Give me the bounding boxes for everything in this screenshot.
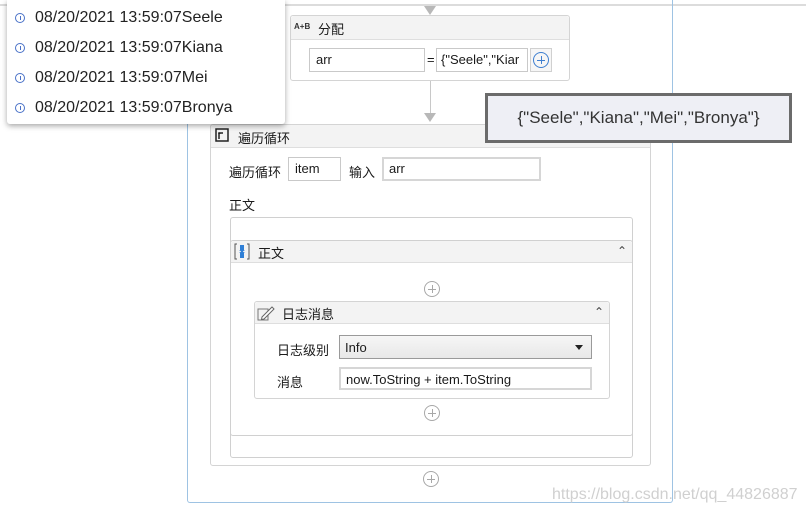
log-entry-text: 08/20/2021 13:59:07Seele (35, 9, 223, 26)
output-log-panel: 08/20/2021 13:59:07Seele 08/20/2021 13:5… (7, 0, 285, 124)
info-icon (15, 43, 25, 53)
log-message-header: 日志消息 ⌃ (255, 302, 609, 324)
log-entry-text: 08/20/2021 13:59:07Mei (35, 69, 208, 86)
assign-icon: A+B (294, 22, 311, 31)
add-activity-icon[interactable] (423, 471, 439, 487)
log-message-activity[interactable]: 日志消息 ⌃ 日志级别 Info 消息 now.ToString + item.… (254, 301, 610, 399)
sequence-icon (234, 243, 250, 260)
info-icon (15, 73, 25, 83)
log-level-value: Info (345, 340, 367, 355)
log-entry[interactable]: 08/20/2021 13:59:07Kiana (15, 36, 223, 60)
log-entry[interactable]: 08/20/2021 13:59:07Seele (15, 6, 223, 30)
message-input[interactable]: now.ToString + item.ToString (339, 367, 592, 390)
log-message-icon (257, 306, 275, 321)
foreach-item-input[interactable]: item (288, 157, 341, 181)
foreach-body-label: 正文 (229, 198, 256, 213)
log-message-title: 日志消息 (282, 307, 335, 322)
connector-arrow (424, 6, 436, 15)
assign-title: 分配 (318, 22, 345, 37)
log-entry[interactable]: 08/20/2021 13:59:07Bronya (15, 96, 233, 120)
body-sequence-title: 正文 (258, 246, 285, 261)
add-activity-icon[interactable] (424, 281, 440, 297)
log-entry-text: 08/20/2021 13:59:07Bronya (35, 99, 233, 116)
log-level-label: 日志级别 (277, 343, 330, 358)
body-sequence-header: 正文 ⌃ (231, 241, 632, 263)
message-label: 消息 (277, 375, 304, 390)
connector-arrow (424, 113, 436, 122)
chevron-down-icon (575, 345, 583, 350)
log-level-select[interactable]: Info (339, 335, 592, 359)
collapse-icon[interactable]: ⌃ (617, 244, 627, 258)
log-entry[interactable]: 08/20/2021 13:59:07Mei (15, 66, 208, 90)
add-icon (533, 52, 549, 68)
connector-line (430, 81, 431, 113)
foreach-icon (215, 128, 229, 142)
log-entry-text: 08/20/2021 13:59:07Kiana (35, 39, 223, 56)
add-activity-icon[interactable] (424, 405, 440, 421)
info-icon (15, 103, 25, 113)
collapse-icon[interactable]: ⌃ (594, 305, 604, 319)
expression-editor-button[interactable] (530, 48, 552, 72)
assign-target-input[interactable]: arr (309, 48, 425, 72)
foreach-input-label: 输入 (349, 165, 376, 180)
assign-activity[interactable]: A+B 分配 arr = {"Seele","Kiar (290, 15, 570, 81)
value-tooltip: {"Seele","Kiana","Mei","Bronya"} (485, 93, 792, 143)
assign-equals-sign: = (427, 52, 435, 67)
foreach-item-label: 遍历循环 (229, 165, 282, 180)
assign-header: A+B 分配 (291, 16, 569, 40)
foreach-input-field[interactable]: arr (382, 157, 541, 181)
assign-value-input[interactable]: {"Seele","Kiar (436, 48, 528, 72)
watermark: https://blog.csdn.net/qq_44826887 (552, 486, 798, 503)
foreach-title: 遍历循环 (238, 131, 291, 146)
info-icon (15, 13, 25, 23)
